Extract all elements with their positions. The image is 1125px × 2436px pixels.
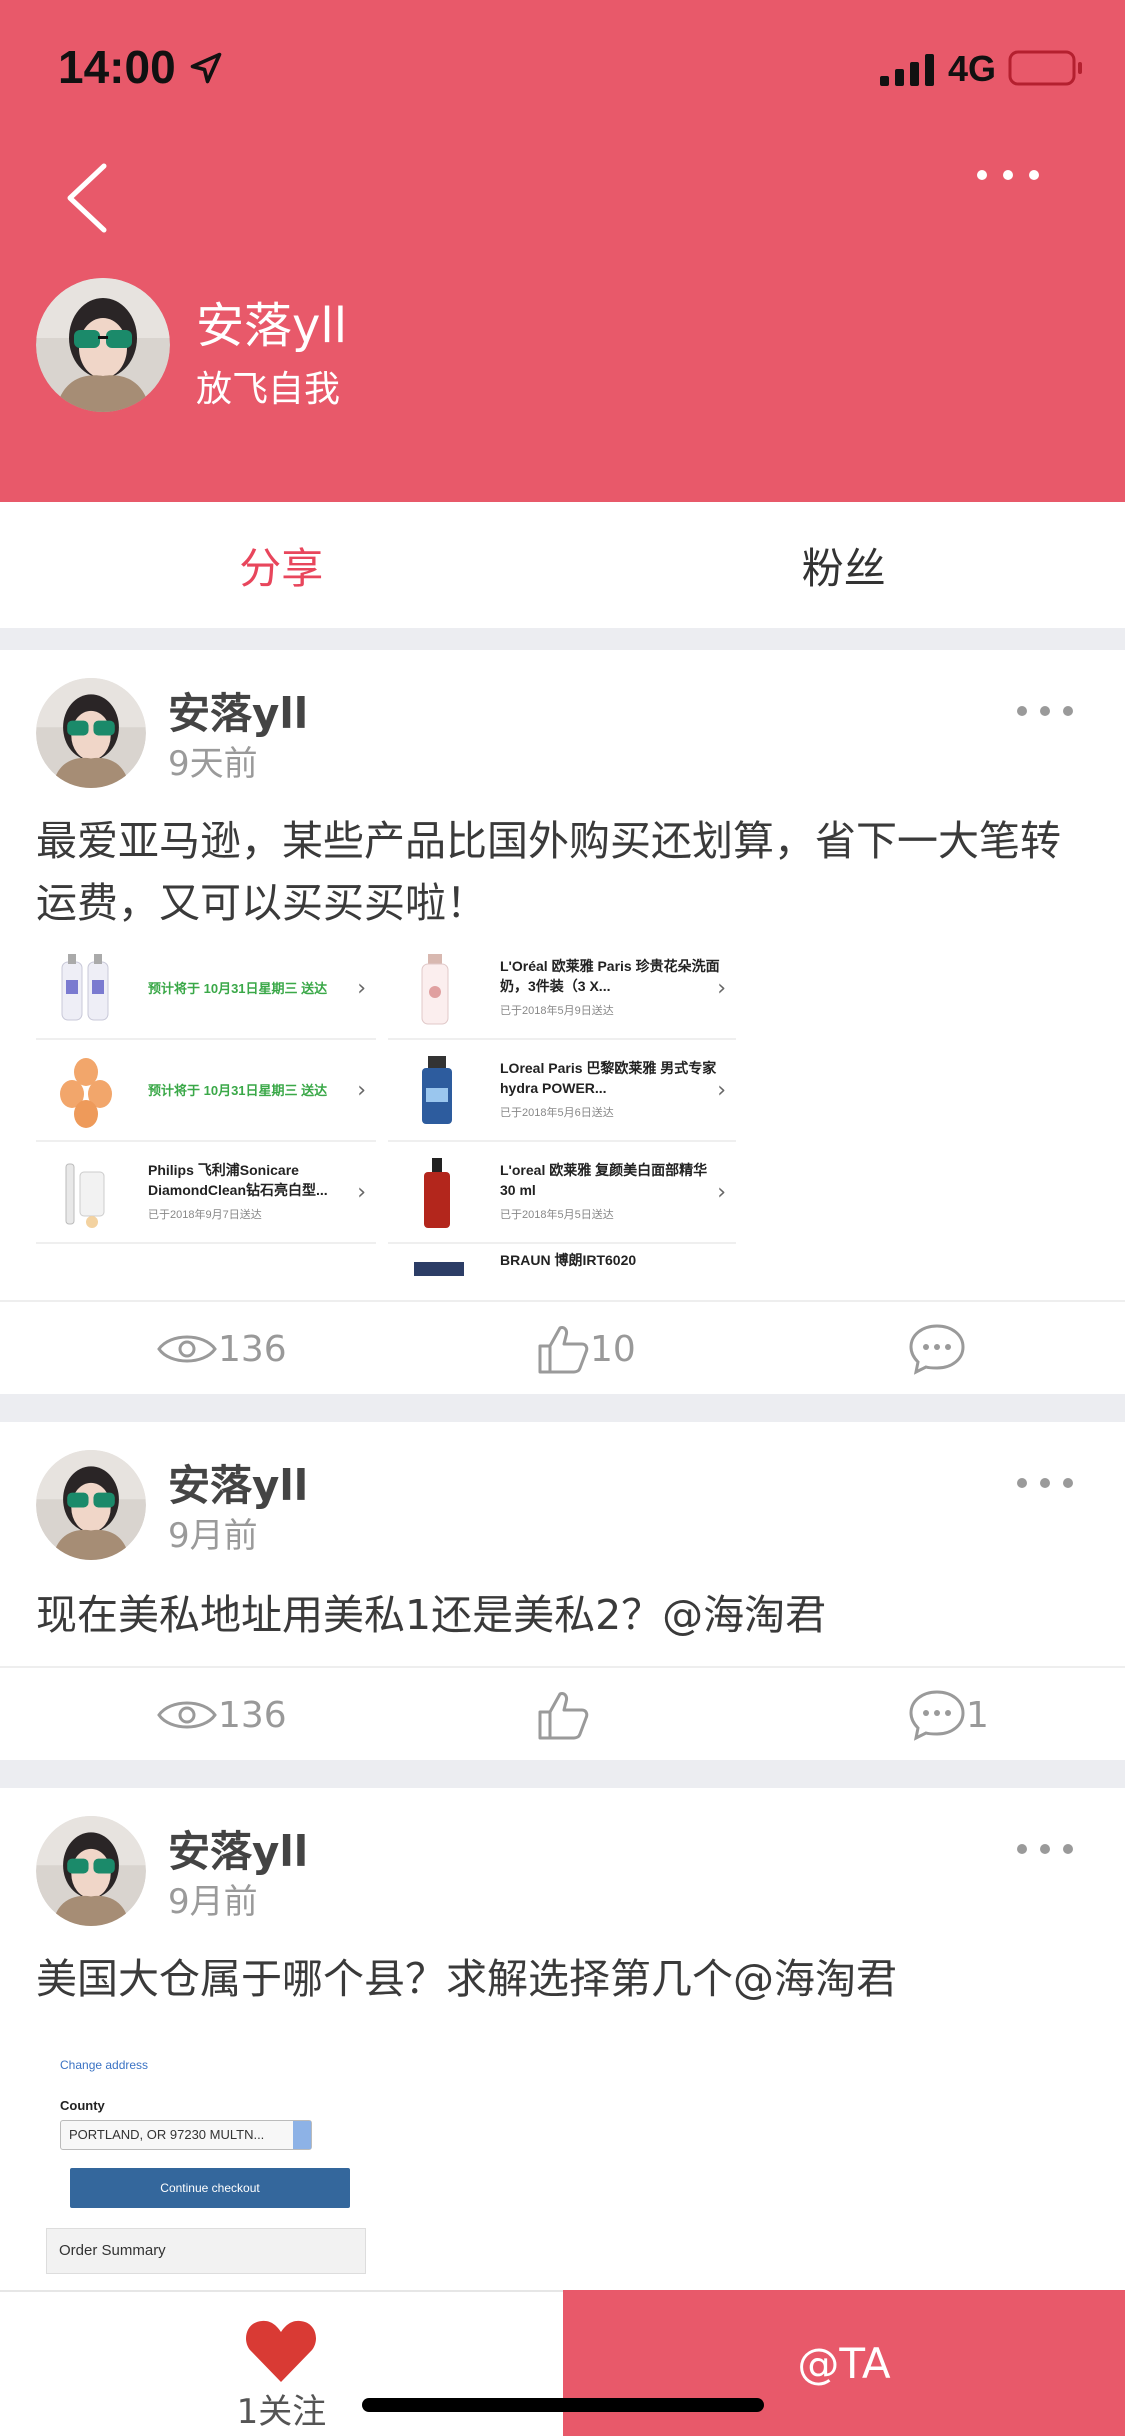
post-action-bar: 136 1 xyxy=(0,1666,1125,1760)
status-time: 14:00 xyxy=(58,41,176,93)
network-type: 4G xyxy=(948,48,997,89)
order-row: L'oreal 欧莱雅 复颜美白面部精华 30 ml 已于2018年5月5日送达… xyxy=(388,1144,736,1244)
post-card[interactable]: 安落yll 9月前 美国大仓属于哪个县？求解选择第几个@海淘君 Change a… xyxy=(0,1788,1125,2290)
post-avatar[interactable] xyxy=(36,1816,146,1926)
order-row: BRAUN 博朗IRT6020 xyxy=(388,1246,736,1276)
eye-icon xyxy=(157,1335,217,1363)
comments-value: 1 xyxy=(966,1694,989,1736)
continue-checkout-button: Continue checkout xyxy=(70,2168,350,2208)
post-author[interactable]: 安落yll xyxy=(168,1452,308,1513)
order-delivery: 预计将于 10月31日星期三 送达 xyxy=(148,981,328,996)
order-row: LOreal Paris 巴黎欧莱雅 男式专家 hydra POWER... 已… xyxy=(388,1042,736,1142)
order-title: L'Oréal 欧莱雅 Paris 珍贵花朵洗面奶，3件装（3 X... xyxy=(500,958,720,994)
profile-avatar[interactable] xyxy=(36,278,170,412)
signal-icon xyxy=(880,54,934,86)
lotion-bottles-icon xyxy=(61,954,109,1021)
views-value: 136 xyxy=(218,1694,287,1736)
cleanser-bottle-icon xyxy=(421,954,449,1025)
post-card[interactable]: 安落yll 9天前 最爱亚马逊，某些产品比国外购买还划算，省下一大笔转运费，又可… xyxy=(0,650,1125,1394)
home-indicator xyxy=(362,2398,764,2412)
post-author[interactable]: 安落yll xyxy=(168,680,308,741)
order-title: LOreal Paris 巴黎欧莱雅 男式专家 hydra POWER... xyxy=(500,1060,717,1096)
post-avatar[interactable] xyxy=(36,1450,146,1560)
post-more-icon[interactable] xyxy=(1010,1468,1080,1498)
chevron-right-icon: › xyxy=(717,1180,726,1205)
order-status: 已于2018年5月6日送达 xyxy=(500,1107,614,1119)
order-row: Philips 飞利浦Sonicare DiamondClean钻石亮白型...… xyxy=(36,1144,376,1244)
post-more-icon[interactable] xyxy=(1010,1834,1080,1864)
location-arrow-icon xyxy=(190,52,222,84)
post-image-orders[interactable]: 预计将于 10月31日星期三 送达 › 预计将于 10月31日星期三 送达 › … xyxy=(36,940,736,1276)
comment-button[interactable]: 1 xyxy=(908,1668,989,1762)
back-button[interactable] xyxy=(58,158,118,238)
sponge-icon xyxy=(60,1058,112,1128)
order-row xyxy=(36,1246,376,1276)
eye-icon xyxy=(157,1701,217,1729)
tab-share[interactable]: 分享 xyxy=(0,502,563,628)
chevron-right-icon: › xyxy=(717,976,726,1001)
order-title: Philips 飞利浦Sonicare DiamondClean钻石亮白型... xyxy=(148,1162,328,1198)
follow-button[interactable]: 1关注 xyxy=(0,2290,563,2436)
bottom-action-bar: 1关注 @TA xyxy=(0,2290,1125,2436)
order-status: 已于2018年5月5日送达 xyxy=(500,1209,614,1221)
county-select: PORTLAND, OR 97230 MULTN... xyxy=(60,2120,312,2150)
post-avatar[interactable] xyxy=(36,678,146,788)
dropdown-arrow-icon xyxy=(293,2121,311,2149)
post-action-bar: 136 10 xyxy=(0,1300,1125,1394)
order-status: 已于2018年9月7日送达 xyxy=(148,1209,262,1221)
serum-bottle-icon xyxy=(424,1158,450,1228)
post-text: 现在美私地址用美私1还是美私2？@海淘君 xyxy=(36,1591,827,1639)
like-button[interactable] xyxy=(536,1668,590,1762)
men-cream-icon xyxy=(422,1056,452,1124)
post-text: 美国大仓属于哪个县？求解选择第几个@海淘君 xyxy=(36,1955,897,2003)
views-value: 136 xyxy=(218,1328,287,1370)
order-summary: Order Summary xyxy=(46,2228,366,2274)
order-row: 预计将于 10月31日星期三 送达 › xyxy=(36,1042,376,1142)
thumbs-up-icon xyxy=(538,1692,589,1740)
tab-bar: 分享 粉丝 xyxy=(0,502,1125,628)
post-card[interactable]: 安落yll 9月前 现在美私地址用美私1还是美私2？@海淘君 136 1 xyxy=(0,1422,1125,1760)
like-button[interactable]: 10 xyxy=(536,1302,636,1396)
product-partial-icon xyxy=(46,1256,126,1276)
post-image-checkout[interactable]: Change address County PORTLAND, OR 97230… xyxy=(36,2038,396,2290)
chevron-right-icon: › xyxy=(717,1078,726,1103)
likes-value: 10 xyxy=(590,1328,636,1370)
order-title: BRAUN 博朗IRT6020 xyxy=(500,1252,637,1268)
heart-icon xyxy=(246,2320,316,2382)
county-value: PORTLAND, OR 97230 MULTN... xyxy=(69,2127,265,2142)
comment-icon xyxy=(909,1690,965,1741)
change-address-link: Change address xyxy=(60,2058,149,2072)
toothbrush-icon xyxy=(65,1163,105,1228)
order-title: L'oreal 欧莱雅 复颜美白面部精华 30 ml xyxy=(500,1162,708,1198)
post-author[interactable]: 安落yll xyxy=(168,1818,308,1879)
mention-button[interactable]: @TA xyxy=(563,2290,1125,2436)
order-row: 预计将于 10月31日星期三 送达 › xyxy=(36,940,376,1040)
post-time: 9天前 xyxy=(168,744,258,784)
status-bar: 14:00 4G xyxy=(0,0,1125,130)
battery-icon xyxy=(1008,50,1082,86)
profile-signature: 放飞自我 xyxy=(196,369,341,410)
chevron-right-icon: › xyxy=(357,976,366,1001)
post-more-icon[interactable] xyxy=(1010,696,1080,726)
thermometer-box-icon xyxy=(414,1262,464,1276)
comment-icon xyxy=(909,1324,965,1375)
views-count: 136 xyxy=(156,1668,287,1762)
tab-fans[interactable]: 粉丝 xyxy=(563,502,1125,628)
post-text: 最爱亚马逊，某些产品比国外购买还划算，省下一大笔转运费，又可以买买买啦！ xyxy=(36,817,1061,927)
comment-button[interactable] xyxy=(908,1302,966,1396)
chevron-right-icon: › xyxy=(357,1180,366,1205)
thumbs-up-icon xyxy=(538,1326,589,1374)
post-time: 9月前 xyxy=(168,1882,258,1922)
views-count: 136 xyxy=(156,1302,287,1396)
profile-header: 14:00 4G 安落yll 放飞自我 xyxy=(0,0,1125,502)
order-status: 已于2018年5月9日送达 xyxy=(500,1005,614,1017)
more-options-button[interactable] xyxy=(968,150,1048,200)
post-time: 9月前 xyxy=(168,1516,258,1556)
order-row: L'Oréal 欧莱雅 Paris 珍贵花朵洗面奶，3件装（3 X... 已于2… xyxy=(388,940,736,1040)
chevron-right-icon: › xyxy=(357,1078,366,1103)
order-delivery: 预计将于 10月31日星期三 送达 xyxy=(148,1083,328,1098)
profile-name: 安落yll xyxy=(196,298,348,354)
county-label: County xyxy=(60,2098,105,2113)
